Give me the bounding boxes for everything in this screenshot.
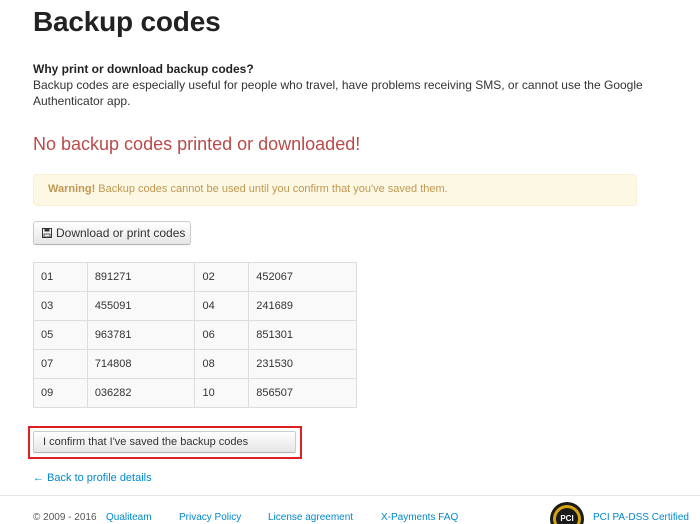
table-row: 07 714808 08 231530 [33, 349, 357, 379]
table-row: 09 036282 10 856507 [33, 378, 357, 408]
code-value: 891271 [86, 262, 196, 292]
code-number: 04 [194, 291, 250, 321]
page: Backup codes Why print or download backu… [0, 0, 700, 524]
code-number: 10 [194, 378, 250, 408]
license-agreement-link[interactable]: License agreement [268, 512, 353, 523]
code-number: 06 [194, 320, 250, 350]
pci-badge-text: PCI [560, 514, 573, 523]
code-value: 714808 [86, 349, 196, 379]
warning-text: Backup codes cannot be used until you co… [95, 183, 448, 195]
code-value: 455091 [86, 291, 196, 321]
code-number: 09 [33, 378, 88, 408]
no-codes-alert: No backup codes printed or downloaded! [33, 134, 361, 154]
table-row: 01 891271 02 452067 [33, 262, 357, 292]
pci-badge-icon: PCI [550, 502, 584, 524]
floppy-disk-icon [42, 228, 52, 238]
warning-message: Warning! Backup codes cannot be used unt… [48, 183, 448, 195]
pci-certified-link[interactable]: PCI PA-DSS Certified [593, 512, 689, 523]
copyright-text: © 2009 - 2016 [33, 512, 97, 523]
warning-label: Warning! [48, 183, 96, 195]
code-value: 241689 [248, 291, 357, 321]
code-value: 963781 [86, 320, 196, 350]
code-value: 036282 [86, 378, 196, 408]
download-print-label: Download or print codes [56, 226, 186, 240]
back-to-profile-link[interactable]: ← Back to profile details [33, 472, 152, 484]
confirm-saved-button[interactable]: I confirm that I've saved the backup cod… [33, 431, 296, 453]
table-row: 05 963781 06 851301 [33, 320, 357, 350]
code-value: 452067 [248, 262, 357, 292]
page-title: Backup codes [33, 6, 221, 37]
code-number: 07 [33, 349, 88, 379]
code-number: 05 [33, 320, 88, 350]
qualiteam-link[interactable]: Qualiteam [106, 512, 152, 523]
code-value: 231530 [248, 349, 357, 379]
code-value: 851301 [248, 320, 357, 350]
info-heading: Why print or download backup codes? [33, 62, 254, 76]
info-text: Backup codes are especially useful for p… [33, 78, 643, 108]
download-print-button[interactable]: Download or print codes [33, 221, 191, 245]
code-number: 08 [194, 349, 250, 379]
privacy-policy-link[interactable]: Privacy Policy [179, 512, 241, 523]
code-number: 01 [33, 262, 88, 292]
warning-box: Warning! Backup codes cannot be used unt… [33, 174, 637, 206]
code-number: 03 [33, 291, 88, 321]
code-value: 856507 [248, 378, 357, 408]
backup-codes-table: 01 891271 02 452067 03 455091 04 241689 … [33, 262, 357, 408]
code-number: 02 [194, 262, 250, 292]
xpayments-faq-link[interactable]: X-Payments FAQ [381, 512, 458, 523]
footer-divider [0, 495, 700, 496]
table-row: 03 455091 04 241689 [33, 291, 357, 321]
